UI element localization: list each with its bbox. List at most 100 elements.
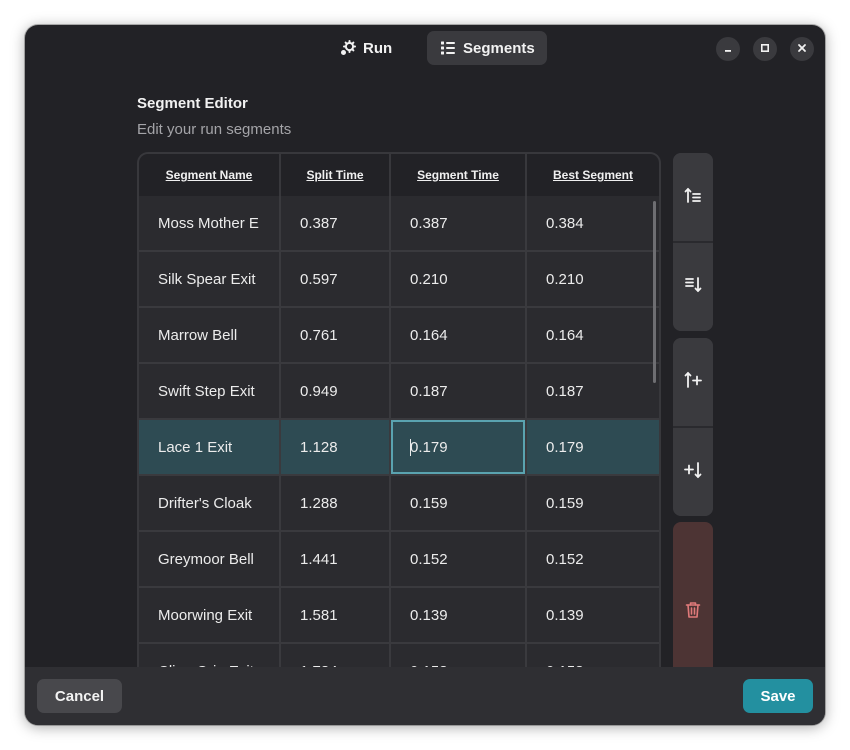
best-segment-cell[interactable]: 0.159 [527,476,659,530]
close-icon [797,40,807,58]
trash-icon [685,601,701,624]
table-row[interactable]: Moorwing Exit 1.581 0.139 0.139 [139,588,659,642]
segment-time-cell-text: 0.387 [410,214,448,232]
column-header-segment-time[interactable]: Segment Time [391,154,525,196]
best-segment-cell[interactable]: 0.187 [527,364,659,418]
split-time-cell-text: 1.441 [300,550,338,568]
table-scrollbar[interactable] [653,201,656,383]
best-segment-cell-text: 0.187 [546,382,584,400]
maximize-button[interactable] [753,37,777,61]
tab-segments[interactable]: Segments [427,31,547,65]
best-segment-cell-text: 0.139 [546,606,584,624]
best-segment-cell-text: 0.384 [546,214,584,232]
segments-table: Segment Name Split Time Segment Time Bes… [137,152,661,712]
segment-time-cell-text: 0.187 [410,382,448,400]
page-title: Segment Editor [137,95,248,112]
split-time-cell[interactable]: 1.441 [281,532,389,586]
tab-segments-label: Segments [463,39,535,57]
move-down-button[interactable] [673,243,713,331]
segment-time-cell[interactable]: 0.139 [391,588,525,642]
best-segment-cell[interactable]: 0.179 [527,420,659,474]
best-segment-cell[interactable]: 0.139 [527,588,659,642]
save-button[interactable]: Save [743,679,813,713]
page-subtitle: Edit your run segments [137,121,292,138]
segment-time-cell-text: 0.152 [410,550,448,568]
segment-time-cell[interactable]: 0.152 [391,532,525,586]
split-time-cell-text: 1.128 [300,438,338,456]
tab-run-label: Run [363,39,393,57]
close-button[interactable] [790,37,814,61]
segment-name-cell[interactable]: Moss Mother E [139,196,279,250]
segment-time-cell[interactable]: 0.387 [391,196,525,250]
split-time-cell[interactable]: 0.761 [281,308,389,362]
insert-button-group [673,338,713,516]
gear-run-icon [340,40,356,56]
best-segment-cell[interactable]: 0.210 [527,252,659,306]
segment-name-cell[interactable]: Lace 1 Exit [139,420,279,474]
split-time-cell-text: 0.949 [300,382,338,400]
best-segment-cell[interactable]: 0.164 [527,308,659,362]
move-up-icon [684,186,702,209]
best-segment-cell-text: 0.210 [546,270,584,288]
table-row[interactable]: Lace 1 Exit 1.128 0.179 0.179 [139,420,659,474]
split-time-cell-text: 1.288 [300,494,338,512]
segment-name-cell-text: Lace 1 Exit [158,438,233,456]
split-time-cell[interactable]: 1.128 [281,420,389,474]
move-button-group [673,153,713,331]
move-down-icon [684,276,702,299]
table-row[interactable]: Silk Spear Exit 0.597 0.210 0.210 [139,252,659,306]
column-header-split-time[interactable]: Split Time [281,154,389,196]
segment-time-cell[interactable]: 0.164 [391,308,525,362]
split-time-cell[interactable]: 1.581 [281,588,389,642]
segment-name-cell-text: Silk Spear Exit [158,270,256,288]
segment-name-cell-text: Greymoor Bell [158,550,254,568]
move-up-button[interactable] [673,153,713,241]
table-row[interactable]: Greymoor Bell 1.441 0.152 0.152 [139,532,659,586]
insert-above-icon [684,371,702,394]
footer-bar: Cancel Save [25,667,825,725]
segment-name-cell[interactable]: Greymoor Bell [139,532,279,586]
list-icon [440,40,456,56]
minimize-icon [723,40,733,58]
segment-time-cell-text: 0.159 [410,494,448,512]
split-time-cell-text: 0.387 [300,214,338,232]
segment-time-cell-text: 0.210 [410,270,448,288]
table-row[interactable]: Drifter's Cloak 1.288 0.159 0.159 [139,476,659,530]
segment-name-cell[interactable]: Marrow Bell [139,308,279,362]
best-segment-cell[interactable]: 0.384 [527,196,659,250]
split-time-cell[interactable]: 1.288 [281,476,389,530]
table-row[interactable]: Swift Step Exit 0.949 0.187 0.187 [139,364,659,418]
column-header-segment-name[interactable]: Segment Name [139,154,279,196]
tab-run[interactable]: Run [327,31,405,65]
segment-name-cell[interactable]: Silk Spear Exit [139,252,279,306]
insert-below-button[interactable] [673,428,713,516]
split-time-cell[interactable]: 0.949 [281,364,389,418]
segment-time-cell-text: 0.139 [410,606,448,624]
table-header: Segment Name Split Time Segment Time Bes… [139,154,659,196]
minimize-button[interactable] [716,37,740,61]
table-row[interactable]: Marrow Bell 0.761 0.164 0.164 [139,308,659,362]
split-time-cell-text: 1.581 [300,606,338,624]
segment-time-cell-text: 0.179 [410,438,448,456]
table-row[interactable]: Moss Mother E 0.387 0.387 0.384 [139,196,659,250]
segment-time-cell[interactable]: 0.159 [391,476,525,530]
segment-time-cell[interactable]: 0.210 [391,252,525,306]
column-header-best-segment[interactable]: Best Segment [527,154,659,196]
segment-name-cell-text: Moorwing Exit [158,606,253,624]
segment-name-cell[interactable]: Drifter's Cloak [139,476,279,530]
segment-name-cell-text: Moss Mother E [158,214,259,232]
insert-above-button[interactable] [673,338,713,426]
segment-time-cell[interactable]: 0.187 [391,364,525,418]
segment-name-cell[interactable]: Moorwing Exit [139,588,279,642]
split-time-cell-text: 0.761 [300,326,338,344]
segment-time-cell-text: 0.164 [410,326,448,344]
split-time-cell[interactable]: 0.597 [281,252,389,306]
segment-name-cell[interactable]: Swift Step Exit [139,364,279,418]
split-time-cell[interactable]: 0.387 [281,196,389,250]
cancel-button[interactable]: Cancel [37,679,122,713]
best-segment-cell-text: 0.179 [546,438,584,456]
best-segment-cell[interactable]: 0.152 [527,532,659,586]
segment-time-cell[interactable]: 0.179 [391,420,525,474]
insert-below-icon [684,461,702,484]
segment-name-cell-text: Drifter's Cloak [158,494,252,512]
